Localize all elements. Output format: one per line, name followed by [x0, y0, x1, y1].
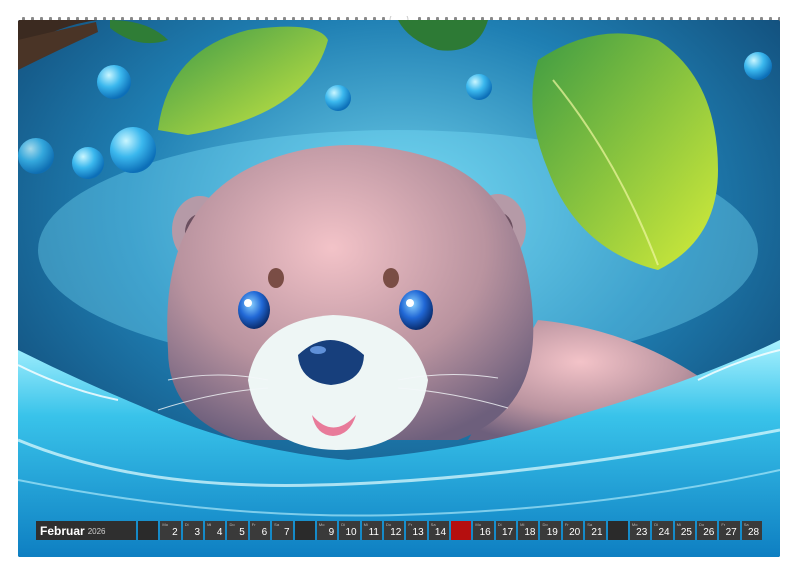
day-number: 13	[412, 527, 424, 538]
day-number: 3	[194, 527, 201, 538]
day-cell: Do 12	[383, 521, 405, 540]
day-number: 2	[172, 527, 178, 538]
weekday-label: Di	[184, 522, 189, 527]
day-cell: Sa 14	[428, 521, 450, 540]
weekday-label: Mo	[318, 522, 325, 527]
weekday-label: Fr	[251, 522, 256, 527]
day-number: 7	[283, 527, 290, 538]
day-cell: Mo 9	[316, 521, 338, 540]
day-cell: Di 24	[652, 521, 673, 540]
calendar-strip: Februar 2026 Mo 2 Di 3 Mi 4 Do 5 Fr 6 Sa 7 Mo 9 Di 10 Mi…	[36, 521, 763, 540]
weekday-label: Do	[229, 522, 235, 527]
day-cell: Sa 21	[585, 521, 606, 540]
day-cell: Di 10	[339, 521, 360, 540]
day-number: 27	[725, 527, 737, 538]
day-number: 21	[591, 527, 603, 538]
calendar-artwork	[18, 20, 780, 557]
day-number: 23	[636, 527, 648, 538]
day-cell: Fr 20	[562, 521, 584, 540]
day-number: 9	[328, 527, 335, 538]
day-cells: Mo 2 Di 3 Mi 4 Do 5 Fr 6 Sa 7 Mo 9 Di 10 Mi 11 Do 12 Fr 13 Sa 1…	[138, 521, 763, 540]
day-number: 11	[368, 527, 379, 538]
weekday-label: Sa	[274, 522, 280, 527]
day-cell: Mi 4	[205, 521, 226, 540]
weekday-label: Di	[497, 522, 502, 527]
day-cell: Fr 13	[406, 521, 427, 540]
weekday-label: Mi	[207, 522, 212, 527]
day-number: 5	[239, 527, 245, 538]
day-cell: Mi 18	[518, 521, 539, 540]
weekday-label: Mi	[363, 522, 368, 527]
day-cell: Sa 7	[272, 521, 293, 540]
day-cell	[607, 521, 628, 540]
year-label: 2026	[87, 527, 106, 536]
month-label-box: Februar 2026	[36, 521, 136, 540]
day-cell: Mo 23	[629, 521, 651, 540]
weekday-label: Fr	[721, 522, 726, 527]
weekday-label: Fr	[564, 522, 569, 527]
day-number: 20	[569, 527, 581, 538]
day-cell: Do 5	[227, 521, 248, 540]
day-number: 24	[658, 527, 670, 538]
day-number: 4	[216, 527, 223, 538]
weekday-label: Mo	[162, 522, 168, 527]
day-number: 26	[703, 527, 715, 538]
day-cell: Mo 2	[160, 521, 181, 540]
day-number: 25	[680, 527, 692, 538]
day-number: 17	[501, 527, 514, 538]
day-cell: Mi 11	[361, 521, 382, 540]
day-cell: Sa 28	[741, 521, 763, 540]
month-name: Februar	[40, 523, 85, 538]
day-number: 16	[479, 527, 491, 538]
day-cell: Mi 25	[674, 521, 695, 540]
day-cell: Di 3	[182, 521, 204, 540]
day-cell: Do 19	[540, 521, 561, 540]
day-number: 14	[434, 527, 447, 538]
day-cell: Fr 27	[719, 521, 740, 540]
day-cell: Mo 16	[473, 521, 494, 540]
weekday-label: Di	[341, 522, 346, 527]
day-cell	[294, 521, 315, 540]
day-number: 18	[524, 527, 536, 538]
day-number: 28	[747, 527, 760, 538]
day-number: 12	[390, 527, 402, 538]
day-cell: Di 17	[495, 521, 517, 540]
day-number: 10	[345, 527, 357, 538]
weekday-label: Fr	[408, 522, 413, 527]
day-cell	[138, 521, 159, 540]
day-number: 19	[546, 527, 558, 538]
day-cell	[451, 521, 472, 540]
day-cell: Fr 6	[249, 521, 271, 540]
weekday-label: Di	[654, 522, 659, 527]
day-number: 6	[261, 527, 268, 538]
day-cell: Do 26	[696, 521, 718, 540]
